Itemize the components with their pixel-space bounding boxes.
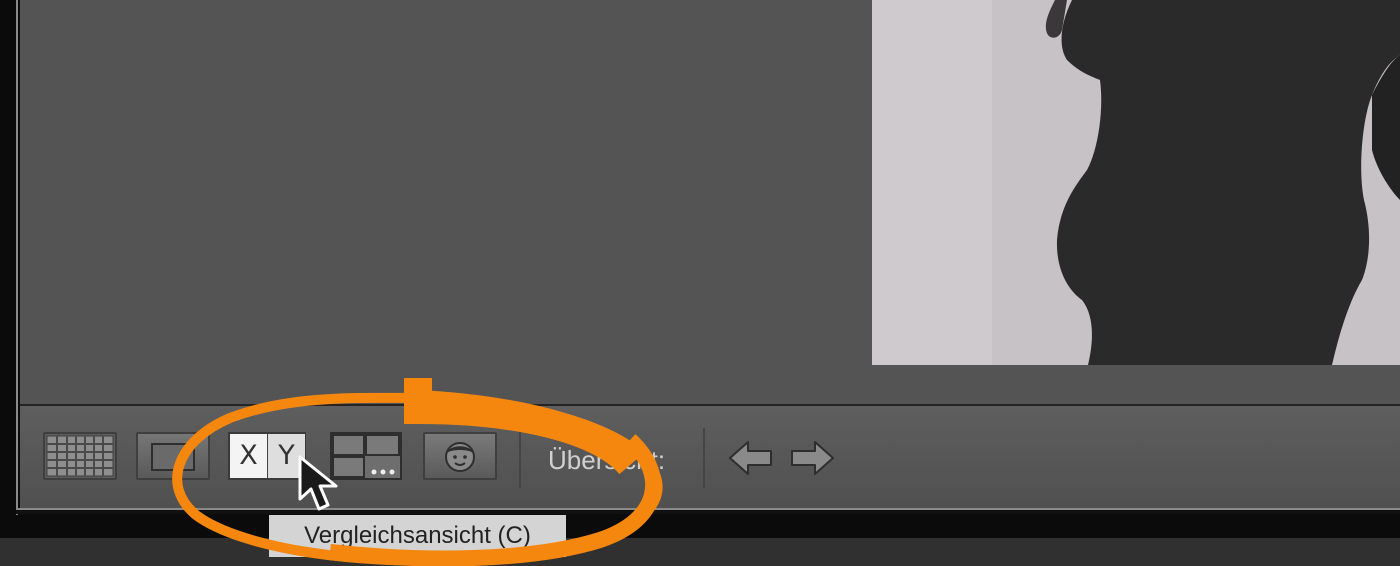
toolbar-bottom-border: [16, 508, 1400, 514]
next-photo-button[interactable]: [789, 438, 835, 478]
grid-view-button[interactable]: [43, 432, 117, 480]
compare-x-label: X: [230, 434, 269, 478]
photo-preview[interactable]: [872, 0, 1400, 365]
people-view-icon: [445, 442, 475, 472]
arrow-right-icon: [791, 441, 834, 475]
compare-y-label: Y: [268, 434, 305, 478]
photo-silhouette: [872, 0, 1400, 365]
filmstrip-header: [0, 538, 1400, 566]
grid-view-icon: [46, 435, 114, 477]
toolbar-separator: [703, 428, 705, 488]
compare-view-button[interactable]: X Y: [228, 432, 306, 480]
loupe-view-icon: [151, 443, 195, 471]
toolbar-separator: [519, 428, 521, 488]
people-view-button[interactable]: [423, 432, 497, 480]
previous-photo-button[interactable]: [728, 438, 774, 478]
survey-view-icon: [330, 432, 402, 480]
loupe-view-button[interactable]: [136, 432, 210, 480]
tooltip: Vergleichsansicht (C): [269, 515, 566, 557]
arrow-left-icon: [729, 441, 772, 475]
overview-label: Übersicht:: [548, 445, 666, 475]
survey-view-button[interactable]: [329, 432, 403, 480]
toolbar: [20, 406, 1400, 508]
